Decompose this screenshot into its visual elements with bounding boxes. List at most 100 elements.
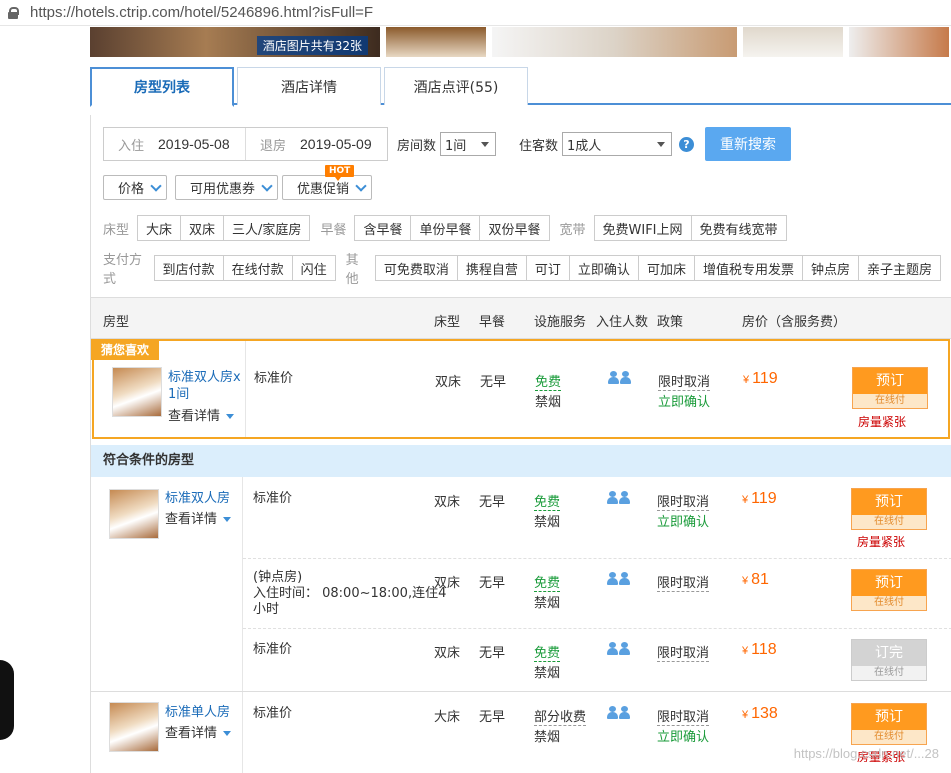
room-price: ¥138 bbox=[742, 705, 778, 723]
filter-vat-invoice[interactable]: 增值税专用发票 bbox=[693, 255, 803, 281]
filter-bed-twin[interactable]: 双床 bbox=[180, 215, 225, 241]
checkout-label: 退房 bbox=[260, 138, 287, 154]
wifi-status[interactable]: 免费 bbox=[534, 642, 561, 662]
guests-icon bbox=[607, 572, 631, 589]
hotel-photo[interactable] bbox=[743, 27, 843, 57]
room-thumbnail[interactable] bbox=[109, 702, 159, 752]
price-dropdown-label: 价格 bbox=[118, 182, 145, 197]
price-dropdown[interactable]: 价格 bbox=[103, 175, 168, 200]
payment-filter-label: 支付方式 bbox=[103, 253, 143, 287]
filter-pay-at-hotel[interactable]: 到店付款 bbox=[153, 255, 224, 281]
smoking-policy: 禁烟 bbox=[534, 515, 561, 530]
currency-symbol: ¥ bbox=[743, 374, 750, 386]
cancel-policy[interactable]: 限时取消 bbox=[657, 706, 710, 726]
filter-bed-king[interactable]: 大床 bbox=[137, 215, 182, 241]
wifi-status[interactable]: 免费 bbox=[534, 491, 561, 511]
rooms-select[interactable]: 1间 bbox=[440, 132, 497, 156]
filter-breakfast-included[interactable]: 含早餐 bbox=[354, 215, 412, 241]
price-value: 138 bbox=[751, 705, 778, 722]
pay-online-label: 在线付 bbox=[852, 666, 926, 680]
filter-ctrip-operated[interactable]: 携程自营 bbox=[456, 255, 527, 281]
view-details[interactable]: 查看详情 bbox=[168, 405, 235, 424]
help-icon[interactable]: ? bbox=[679, 137, 694, 152]
bed-filter-group: 大床 双床 三人/家庭房 bbox=[137, 215, 311, 241]
lock-icon bbox=[8, 6, 19, 19]
hotel-photo[interactable] bbox=[492, 27, 737, 57]
url-text[interactable]: https://hotels.ctrip.com/hotel/5246896.h… bbox=[30, 4, 373, 21]
tab-hotel-reviews[interactable]: 酒店点评(55) bbox=[384, 67, 528, 105]
breakfast: 无早 bbox=[480, 375, 507, 390]
recommended-room-info: 标准双人房x 1间 查看详情 bbox=[94, 341, 246, 437]
availability-status: 房量紧张 bbox=[857, 535, 906, 549]
checkout-field[interactable]: 退房 2019-05-09 bbox=[246, 128, 387, 160]
tab-hotel-details[interactable]: 酒店详情 bbox=[237, 67, 381, 105]
room-name[interactable]: 标准双人房 bbox=[165, 490, 230, 507]
book-button[interactable]: 预订 在线付 bbox=[851, 569, 927, 611]
header-price: 房价（含服务费） bbox=[742, 315, 847, 330]
view-details-label: 查看详情 bbox=[168, 409, 221, 424]
filter-bed-family[interactable]: 三人/家庭房 bbox=[223, 215, 311, 241]
book-button[interactable]: 预订 在线付 bbox=[851, 703, 927, 745]
filter-available[interactable]: 可订 bbox=[525, 255, 570, 281]
cancel-policy[interactable]: 限时取消 bbox=[657, 642, 710, 662]
filter-hourly-room[interactable]: 钟点房 bbox=[801, 255, 859, 281]
bed-type: 双床 bbox=[434, 646, 461, 661]
view-details[interactable]: 查看详情 bbox=[165, 722, 232, 741]
wifi-status[interactable]: 免费 bbox=[535, 371, 562, 391]
hotel-photo[interactable]: 酒店图片共有32张 bbox=[90, 27, 380, 57]
filter-breakfast-single[interactable]: 单份早餐 bbox=[410, 215, 481, 241]
photo-count-caption[interactable]: 酒店图片共有32张 bbox=[256, 36, 368, 55]
address-bar[interactable]: https://hotels.ctrip.com/hotel/5246896.h… bbox=[0, 0, 951, 26]
room-thumbnail[interactable] bbox=[112, 367, 162, 417]
currency-symbol: ¥ bbox=[742, 645, 749, 657]
room-name[interactable]: 标准双人房x 1间 bbox=[168, 369, 244, 403]
hotel-photo[interactable] bbox=[849, 27, 949, 57]
header-facilities: 设施服务 bbox=[534, 315, 587, 330]
checkin-date[interactable]: 2019-05-08 bbox=[158, 136, 230, 152]
confirm-policy: 立即确认 bbox=[657, 730, 710, 745]
checkin-field[interactable]: 入住 2019-05-08 bbox=[104, 128, 246, 160]
room-price: ¥119 bbox=[743, 370, 778, 388]
checkout-date[interactable]: 2019-05-09 bbox=[300, 136, 372, 152]
tab-room-list[interactable]: 房型列表 bbox=[90, 67, 234, 107]
pay-online-label: 在线付 bbox=[853, 394, 927, 408]
guests-value: 1成人 bbox=[567, 138, 602, 154]
filter-free-wired[interactable]: 免费有线宽带 bbox=[690, 215, 787, 241]
cancel-policy[interactable]: 限时取消 bbox=[657, 491, 710, 511]
view-details[interactable]: 查看详情 bbox=[165, 508, 232, 527]
book-button[interactable]: 预订 在线付 bbox=[851, 488, 927, 530]
filter-flash-stay[interactable]: 闪住 bbox=[291, 255, 336, 281]
filter-free-wifi[interactable]: 免费WIFI上网 bbox=[593, 215, 692, 241]
filter-free-cancel[interactable]: 可免费取消 bbox=[374, 255, 458, 281]
date-picker[interactable]: 入住 2019-05-08 退房 2019-05-09 bbox=[103, 127, 388, 161]
filter-breakfast-double[interactable]: 双份早餐 bbox=[479, 215, 550, 241]
header-policy: 政策 bbox=[657, 315, 684, 330]
wifi-status[interactable]: 部分收费 bbox=[534, 706, 587, 726]
room-name[interactable]: 标准单人房 bbox=[165, 704, 230, 721]
filter-extra-bed[interactable]: 可加床 bbox=[637, 255, 695, 281]
chevron-down-icon bbox=[223, 731, 232, 736]
chevron-down-icon bbox=[261, 180, 273, 192]
promo-dropdown[interactable]: 优惠促销 bbox=[282, 175, 373, 200]
research-button[interactable]: 重新搜索 bbox=[705, 127, 791, 161]
wifi-status[interactable]: 免费 bbox=[534, 572, 561, 592]
book-button[interactable]: 预订 在线付 bbox=[852, 367, 928, 409]
cancel-policy[interactable]: 限时取消 bbox=[657, 572, 710, 592]
hotel-photo[interactable] bbox=[386, 27, 486, 57]
header-guests: 入住人数 bbox=[596, 315, 649, 330]
filter-instant-confirm[interactable]: 立即确认 bbox=[568, 255, 639, 281]
floating-widget[interactable] bbox=[0, 660, 14, 740]
coupon-dropdown[interactable]: 可用优惠券 bbox=[175, 175, 279, 200]
confirm-policy: 立即确认 bbox=[657, 515, 710, 530]
other-filter-group: 可免费取消 携程自营 可订 立即确认 可加床 增值税专用发票 钟点房 亲子主题房 bbox=[374, 255, 941, 281]
rate-row: (钟点房) 入住时间： 08:00~18:00,连住4 小时 双床 无早 免费 … bbox=[243, 558, 951, 628]
watermark-text: https://blog.csdn.net/...28 bbox=[793, 746, 939, 761]
cancel-policy[interactable]: 限时取消 bbox=[658, 371, 711, 391]
room-thumbnail[interactable] bbox=[109, 489, 159, 539]
guests-select[interactable]: 1成人 bbox=[562, 132, 673, 156]
filter-family-theme[interactable]: 亲子主题房 bbox=[857, 255, 941, 281]
rooms-label: 房间数 bbox=[397, 138, 437, 154]
rate-plan-line: (钟点房) bbox=[253, 570, 303, 585]
filter-pay-online[interactable]: 在线付款 bbox=[222, 255, 293, 281]
coupon-dropdown-label: 可用优惠券 bbox=[190, 182, 256, 197]
